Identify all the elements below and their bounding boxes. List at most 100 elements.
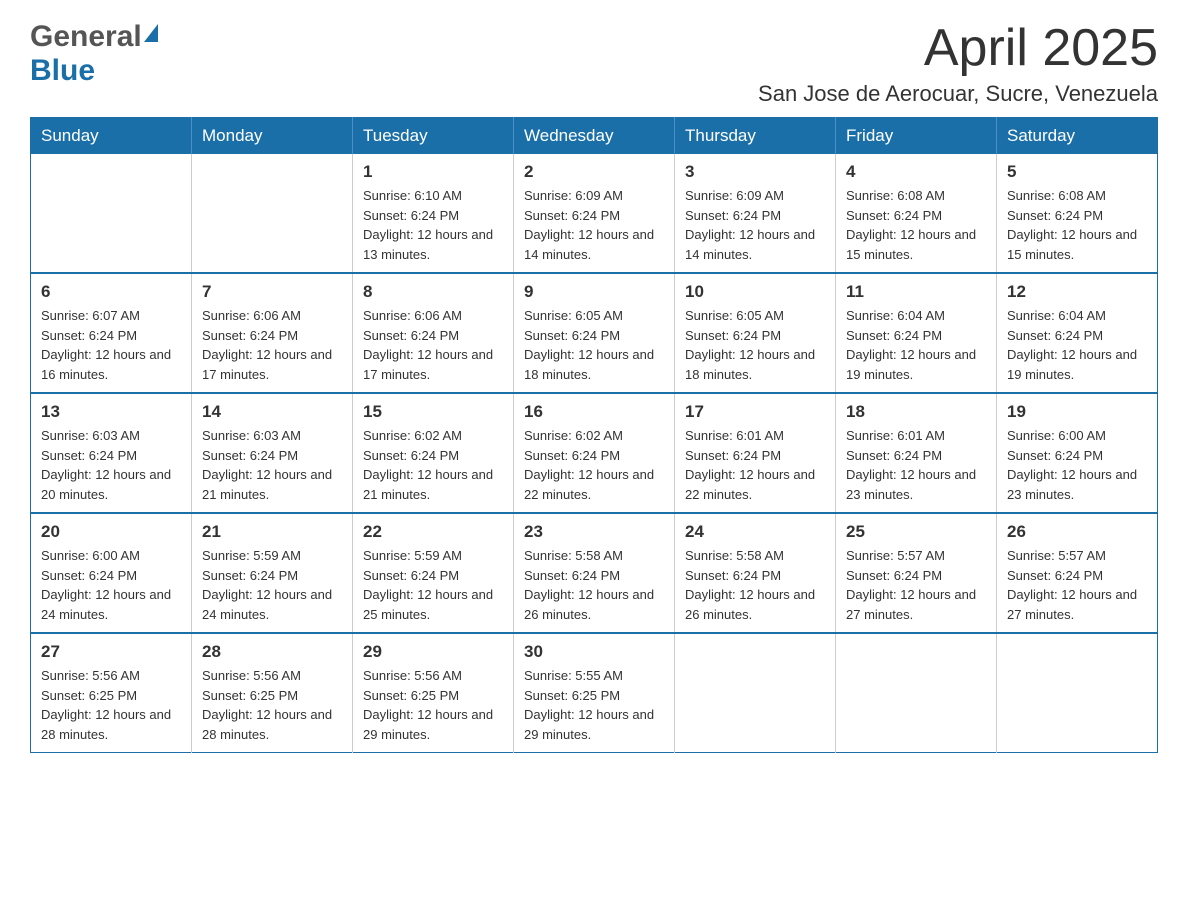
calendar-day-cell	[31, 154, 192, 273]
column-header-friday: Friday	[836, 118, 997, 155]
day-number: 1	[363, 162, 503, 182]
day-number: 10	[685, 282, 825, 302]
day-number: 18	[846, 402, 986, 422]
day-info: Sunrise: 6:03 AMSunset: 6:24 PMDaylight:…	[202, 426, 342, 504]
logo-blue-text: Blue	[30, 54, 95, 88]
day-number: 20	[41, 522, 181, 542]
calendar-day-cell: 1 Sunrise: 6:10 AMSunset: 6:24 PMDaylight…	[353, 154, 514, 273]
column-header-monday: Monday	[192, 118, 353, 155]
calendar-day-cell: 22 Sunrise: 5:59 AMSunset: 6:24 PMDayligh…	[353, 513, 514, 633]
calendar-day-cell: 12 Sunrise: 6:04 AMSunset: 6:24 PMDayligh…	[997, 273, 1158, 393]
calendar-day-cell: 9 Sunrise: 6:05 AMSunset: 6:24 PMDaylight…	[514, 273, 675, 393]
day-number: 5	[1007, 162, 1147, 182]
day-info: Sunrise: 6:02 AMSunset: 6:24 PMDaylight:…	[363, 426, 503, 504]
day-info: Sunrise: 6:10 AMSunset: 6:24 PMDaylight:…	[363, 186, 503, 264]
day-info: Sunrise: 5:55 AMSunset: 6:25 PMDaylight:…	[524, 666, 664, 744]
day-info: Sunrise: 5:56 AMSunset: 6:25 PMDaylight:…	[202, 666, 342, 744]
column-header-wednesday: Wednesday	[514, 118, 675, 155]
day-number: 28	[202, 642, 342, 662]
day-number: 2	[524, 162, 664, 182]
day-number: 25	[846, 522, 986, 542]
day-number: 4	[846, 162, 986, 182]
calendar-day-cell: 4 Sunrise: 6:08 AMSunset: 6:24 PMDaylight…	[836, 154, 997, 273]
logo: General Blue	[30, 20, 158, 88]
calendar-day-cell: 15 Sunrise: 6:02 AMSunset: 6:24 PMDayligh…	[353, 393, 514, 513]
day-info: Sunrise: 6:04 AMSunset: 6:24 PMDaylight:…	[1007, 306, 1147, 384]
column-header-thursday: Thursday	[675, 118, 836, 155]
day-info: Sunrise: 5:56 AMSunset: 6:25 PMDaylight:…	[41, 666, 181, 744]
day-info: Sunrise: 6:04 AMSunset: 6:24 PMDaylight:…	[846, 306, 986, 384]
day-info: Sunrise: 6:03 AMSunset: 6:24 PMDaylight:…	[41, 426, 181, 504]
calendar-day-cell: 11Sunrise: 6:04 AMSunset: 6:24 PMDayligh…	[836, 273, 997, 393]
calendar-week-row: 27 Sunrise: 5:56 AMSunset: 6:25 PMDayligh…	[31, 633, 1158, 753]
calendar-day-cell: 27 Sunrise: 5:56 AMSunset: 6:25 PMDayligh…	[31, 633, 192, 753]
day-info: Sunrise: 6:01 AMSunset: 6:24 PMDaylight:…	[846, 426, 986, 504]
calendar-day-cell: 5 Sunrise: 6:08 AMSunset: 6:24 PMDaylight…	[997, 154, 1158, 273]
calendar-day-cell	[675, 633, 836, 753]
day-info: Sunrise: 6:07 AMSunset: 6:24 PMDaylight:…	[41, 306, 181, 384]
calendar-day-cell: 25 Sunrise: 5:57 AMSunset: 6:24 PMDayligh…	[836, 513, 997, 633]
day-info: Sunrise: 6:09 AMSunset: 6:24 PMDaylight:…	[685, 186, 825, 264]
day-number: 15	[363, 402, 503, 422]
calendar-week-row: 13 Sunrise: 6:03 AMSunset: 6:24 PMDayligh…	[31, 393, 1158, 513]
day-number: 19	[1007, 402, 1147, 422]
day-number: 8	[363, 282, 503, 302]
calendar-day-cell: 17Sunrise: 6:01 AMSunset: 6:24 PMDayligh…	[675, 393, 836, 513]
calendar-day-cell: 13 Sunrise: 6:03 AMSunset: 6:24 PMDayligh…	[31, 393, 192, 513]
day-number: 9	[524, 282, 664, 302]
column-header-saturday: Saturday	[997, 118, 1158, 155]
day-info: Sunrise: 6:02 AMSunset: 6:24 PMDaylight:…	[524, 426, 664, 504]
calendar-day-cell: 6 Sunrise: 6:07 AMSunset: 6:24 PMDaylight…	[31, 273, 192, 393]
calendar-day-cell: 23 Sunrise: 5:58 AMSunset: 6:24 PMDayligh…	[514, 513, 675, 633]
calendar-day-cell: 7 Sunrise: 6:06 AMSunset: 6:24 PMDaylight…	[192, 273, 353, 393]
calendar-day-cell: 28 Sunrise: 5:56 AMSunset: 6:25 PMDayligh…	[192, 633, 353, 753]
logo-general-text: General	[30, 20, 142, 54]
calendar-day-cell	[192, 154, 353, 273]
day-info: Sunrise: 6:09 AMSunset: 6:24 PMDaylight:…	[524, 186, 664, 264]
day-number: 3	[685, 162, 825, 182]
day-info: Sunrise: 5:58 AMSunset: 6:24 PMDaylight:…	[685, 546, 825, 624]
day-number: 26	[1007, 522, 1147, 542]
day-info: Sunrise: 5:57 AMSunset: 6:24 PMDaylight:…	[846, 546, 986, 624]
logo-blue-label: Blue	[30, 54, 95, 87]
day-info: Sunrise: 5:58 AMSunset: 6:24 PMDaylight:…	[524, 546, 664, 624]
calendar-day-cell: 19 Sunrise: 6:00 AMSunset: 6:24 PMDayligh…	[997, 393, 1158, 513]
calendar-day-cell: 2 Sunrise: 6:09 AMSunset: 6:24 PMDaylight…	[514, 154, 675, 273]
day-number: 16	[524, 402, 664, 422]
day-info: Sunrise: 5:59 AMSunset: 6:24 PMDaylight:…	[202, 546, 342, 624]
day-info: Sunrise: 5:59 AMSunset: 6:24 PMDaylight:…	[363, 546, 503, 624]
calendar-day-cell: 30Sunrise: 5:55 AMSunset: 6:25 PMDayligh…	[514, 633, 675, 753]
calendar-day-cell	[997, 633, 1158, 753]
month-title: April 2025	[758, 20, 1158, 77]
day-number: 22	[363, 522, 503, 542]
day-info: Sunrise: 6:05 AMSunset: 6:24 PMDaylight:…	[524, 306, 664, 384]
day-info: Sunrise: 6:00 AMSunset: 6:24 PMDaylight:…	[1007, 426, 1147, 504]
day-number: 6	[41, 282, 181, 302]
calendar-day-cell: 3 Sunrise: 6:09 AMSunset: 6:24 PMDaylight…	[675, 154, 836, 273]
day-info: Sunrise: 6:00 AMSunset: 6:24 PMDaylight:…	[41, 546, 181, 624]
calendar-week-row: 1 Sunrise: 6:10 AMSunset: 6:24 PMDaylight…	[31, 154, 1158, 273]
calendar-week-row: 20 Sunrise: 6:00 AMSunset: 6:24 PMDayligh…	[31, 513, 1158, 633]
calendar-day-cell: 10 Sunrise: 6:05 AMSunset: 6:24 PMDayligh…	[675, 273, 836, 393]
logo-triangle-icon	[144, 24, 158, 42]
calendar-day-cell: 20 Sunrise: 6:00 AMSunset: 6:24 PMDayligh…	[31, 513, 192, 633]
day-info: Sunrise: 6:06 AMSunset: 6:24 PMDaylight:…	[202, 306, 342, 384]
day-number: 12	[1007, 282, 1147, 302]
day-number: 29	[363, 642, 503, 662]
calendar-day-cell: 8Sunrise: 6:06 AMSunset: 6:24 PMDaylight…	[353, 273, 514, 393]
title-section: April 2025 San Jose de Aerocuar, Sucre, …	[758, 20, 1158, 107]
day-number: 27	[41, 642, 181, 662]
day-number: 14	[202, 402, 342, 422]
day-info: Sunrise: 5:57 AMSunset: 6:24 PMDaylight:…	[1007, 546, 1147, 624]
day-number: 7	[202, 282, 342, 302]
day-info: Sunrise: 6:08 AMSunset: 6:24 PMDaylight:…	[1007, 186, 1147, 264]
day-number: 23	[524, 522, 664, 542]
day-number: 13	[41, 402, 181, 422]
calendar-header-row: SundayMondayTuesdayWednesdayThursdayFrid…	[31, 118, 1158, 155]
day-info: Sunrise: 5:56 AMSunset: 6:25 PMDaylight:…	[363, 666, 503, 744]
day-info: Sunrise: 6:05 AMSunset: 6:24 PMDaylight:…	[685, 306, 825, 384]
calendar-day-cell: 24Sunrise: 5:58 AMSunset: 6:24 PMDayligh…	[675, 513, 836, 633]
day-info: Sunrise: 6:08 AMSunset: 6:24 PMDaylight:…	[846, 186, 986, 264]
day-number: 21	[202, 522, 342, 542]
calendar-week-row: 6 Sunrise: 6:07 AMSunset: 6:24 PMDaylight…	[31, 273, 1158, 393]
